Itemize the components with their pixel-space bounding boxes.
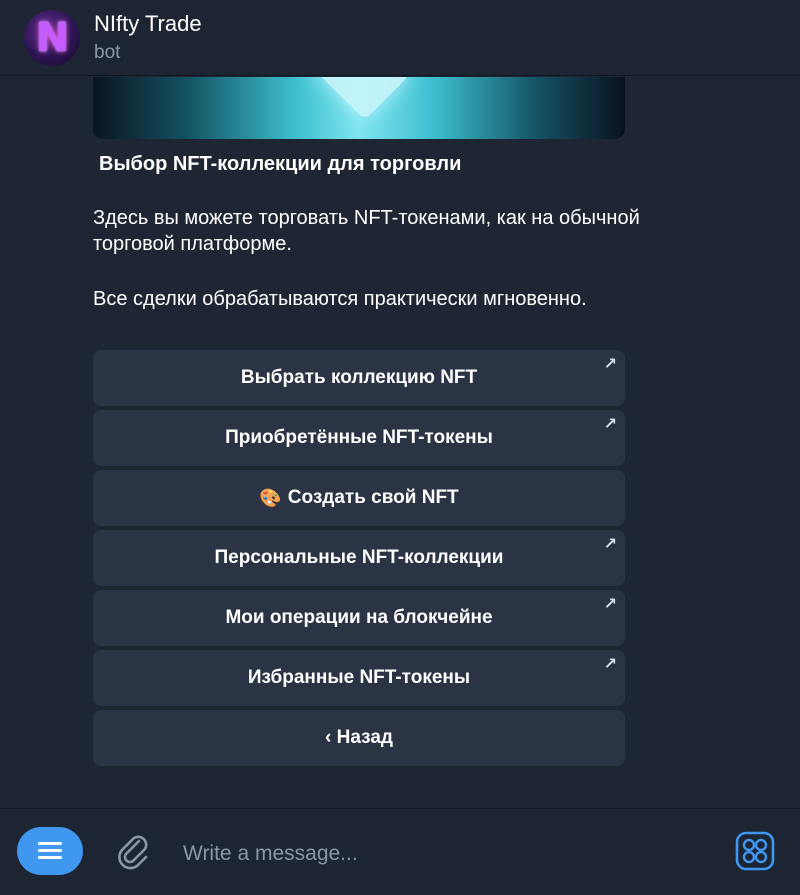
telegram-chat-window: N NIfty Trade bot Выбор NFT-коллекции дл… [0, 0, 800, 895]
keyboard-button-label: Создать свой NFT [287, 487, 459, 508]
keyboard-button-label: ‹ Назад [325, 727, 393, 748]
message-input[interactable] [183, 839, 703, 869]
keyboard-button-label: Персональные NFT-коллекции [214, 547, 504, 568]
keyboard-button-label: Мои операции на блокчейне [225, 607, 493, 628]
keyboard-button-choose-collection[interactable]: Выбрать коллекцию NFT ↗ [93, 350, 625, 406]
keyboard-button-favorite-tokens[interactable]: Избранные NFT-токены ↗ [93, 650, 625, 706]
bot-menu-button[interactable] [17, 827, 83, 875]
keyboard-button-label: Приобретённые NFT-токены [225, 427, 493, 448]
message-banner-image[interactable] [93, 77, 625, 139]
keyboard-button-label: Выбрать коллекцию NFT [240, 367, 478, 388]
message-composer [0, 808, 800, 895]
keyboard-button-create-nft[interactable]: 🎨 Создать свой NFT [93, 470, 625, 526]
keyboard-button-back[interactable]: ‹ Назад [93, 710, 625, 766]
message-title: Выбор NFT-коллекции для торговли [99, 153, 462, 175]
palette-icon: 🎨 [259, 487, 282, 508]
chat-title[interactable]: NIfty Trade [94, 11, 202, 37]
apps-grid-icon[interactable] [735, 831, 775, 871]
open-link-arrow-icon: ↗ [603, 656, 617, 673]
chat-header: N NIfty Trade bot [0, 0, 800, 76]
message-paragraph-1: Здесь вы можете торговать NFT-токенами, … [93, 207, 640, 255]
keyboard-button-label: Избранные NFT-токены [247, 667, 471, 688]
open-link-arrow-icon: ↗ [603, 356, 617, 373]
avatar-logo-letter: N [35, 15, 69, 61]
open-link-arrow-icon: ↗ [603, 536, 617, 553]
message-paragraph-2: Все сделки обрабатываются практически мг… [93, 288, 587, 310]
keyboard-button-blockchain-operations[interactable]: Мои операции на блокчейне ↗ [93, 590, 625, 646]
menu-icon [38, 842, 62, 860]
chat-subtitle: bot [94, 42, 121, 63]
keyboard-button-purchased-tokens[interactable]: Приобретённые NFT-токены ↗ [93, 410, 625, 466]
message-area: Выбор NFT-коллекции для торговли Здесь в… [0, 77, 800, 808]
paperclip-icon[interactable] [113, 831, 153, 871]
bot-avatar[interactable]: N [24, 10, 80, 66]
open-link-arrow-icon: ↗ [603, 416, 617, 433]
keyboard-button-personal-collections[interactable]: Персональные NFT-коллекции ↗ [93, 530, 625, 586]
open-link-arrow-icon: ↗ [603, 596, 617, 613]
